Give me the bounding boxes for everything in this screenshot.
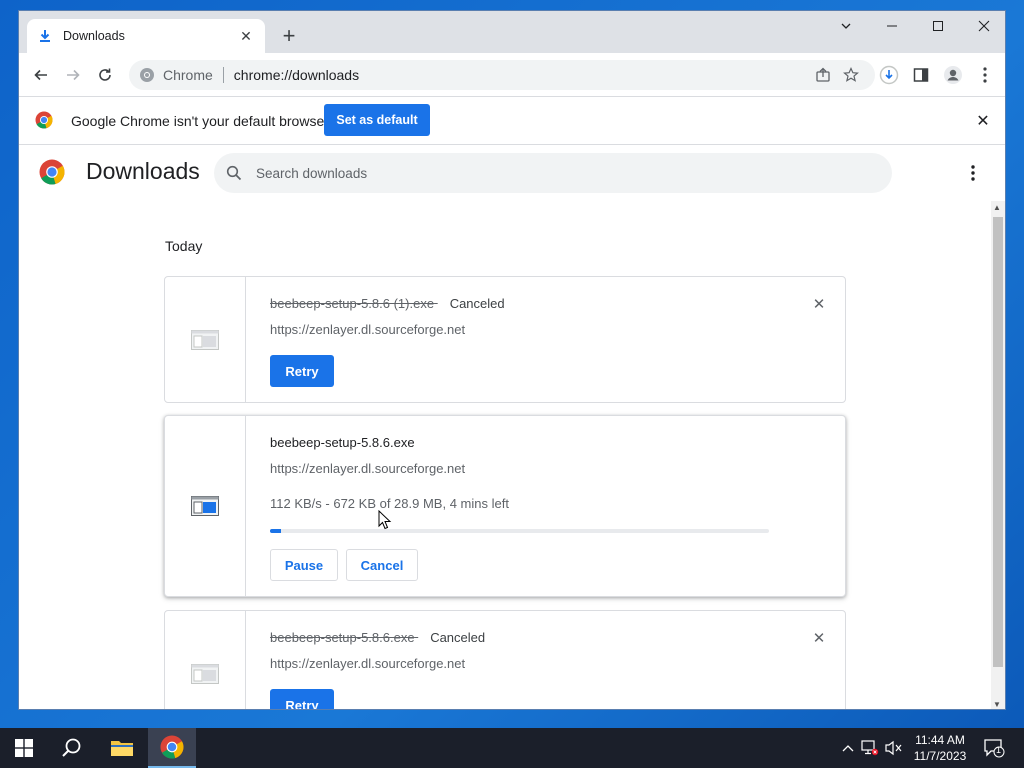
file-name[interactable]: beebeep-setup-5.8.6 (1).exe [270, 296, 434, 311]
download-item: beebeep-setup-5.8.6.exe Canceled https:/… [164, 610, 846, 709]
more-vert-icon [983, 67, 987, 83]
download-status: Canceled [430, 630, 486, 645]
download-progress-bar [270, 529, 769, 533]
forward-button[interactable] [59, 61, 87, 89]
infobar-message: Google Chrome isn't your default browser [71, 112, 329, 129]
profile-avatar[interactable] [939, 61, 967, 89]
chrome-logo-icon [35, 111, 53, 129]
person-icon [944, 66, 962, 84]
retry-button[interactable]: Retry [270, 355, 334, 387]
clock-time: 11:44 AM [915, 733, 965, 747]
downloads-list: Today beebeep-setup-5.8.6 (1).exe Cancel… [19, 201, 991, 709]
action-center-icon[interactable]: 1 [982, 738, 1006, 758]
download-item: beebeep-setup-5.8.6 (1).exe Canceled htt… [164, 276, 846, 403]
clock-date: 11/7/2023 [913, 749, 967, 763]
remove-item-icon[interactable]: ✕ [809, 295, 829, 315]
file-icon [191, 329, 219, 350]
file-name[interactable]: beebeep-setup-5.8.6.exe [270, 630, 415, 645]
file-icon [191, 663, 219, 684]
chrome-site-icon [140, 68, 154, 82]
downloads-header: Downloads [19, 145, 1005, 201]
minimize-button[interactable] [869, 11, 915, 41]
download-status: Canceled [449, 296, 505, 311]
tab-title: Downloads [63, 29, 125, 43]
remove-item-icon[interactable]: ✕ [809, 629, 829, 649]
download-source-url[interactable]: https://zenlayer.dl.sourceforge.net [270, 322, 465, 337]
notification-count: 1 [996, 745, 1002, 755]
address-bar[interactable]: Chrome chrome://downloads [129, 60, 875, 90]
browser-toolbar: Chrome chrome://downloads [19, 53, 1005, 97]
tab-search-icon[interactable] [823, 11, 869, 41]
chrome-logo-icon [160, 735, 184, 759]
back-arrow-icon [34, 69, 47, 81]
download-icon [40, 30, 50, 42]
chrome-logo-icon [39, 159, 65, 185]
search-button[interactable] [48, 728, 96, 768]
start-button[interactable] [0, 728, 48, 768]
folder-icon [111, 741, 133, 756]
download-source-url[interactable]: https://zenlayer.dl.sourceforge.net [270, 656, 465, 671]
page-scrollbar[interactable]: ▲ ▼ [991, 201, 1005, 709]
file-explorer-button[interactable] [98, 728, 146, 768]
tab-close-icon[interactable]: ✕ [237, 28, 255, 45]
share-icon[interactable] [809, 61, 837, 89]
pause-button[interactable]: Pause [270, 549, 338, 581]
scroll-up-arrow-icon[interactable]: ▲ [993, 203, 1001, 212]
scroll-down-arrow-icon[interactable]: ▼ [993, 700, 1001, 709]
search-input[interactable] [256, 165, 880, 181]
volume-muted-icon[interactable] [884, 738, 904, 758]
tab-strip: Downloads ✕ + [19, 11, 1005, 53]
back-button[interactable] [27, 61, 55, 89]
reload-button[interactable] [91, 61, 119, 89]
scrollbar-thumb[interactable] [993, 217, 1003, 667]
file-name[interactable]: beebeep-setup-5.8.6.exe [270, 435, 415, 450]
reload-icon [99, 68, 111, 81]
search-downloads-box[interactable] [214, 153, 892, 193]
maximize-button[interactable] [915, 11, 961, 41]
download-item-active: beebeep-setup-5.8.6.exe https://zenlayer… [164, 415, 846, 597]
omnibox-site-label: Chrome [163, 67, 213, 83]
chrome-menu-button[interactable] [971, 61, 999, 89]
set-as-default-button[interactable]: Set as default [324, 104, 430, 136]
bookmark-star-icon[interactable] [837, 61, 865, 89]
windows-taskbar: 11:44 AM 11/7/2023 1 [0, 728, 1024, 768]
new-tab-button[interactable]: + [275, 23, 303, 51]
system-clock[interactable]: 11:44 AM 11/7/2023 [908, 732, 972, 764]
cancel-button[interactable]: Cancel [346, 549, 418, 581]
download-source-url[interactable]: https://zenlayer.dl.sourceforge.net [270, 461, 465, 476]
infobar-close-icon[interactable]: ✕ [973, 111, 993, 131]
close-window-button[interactable] [961, 11, 1005, 41]
date-header: Today [165, 238, 203, 254]
download-progress-icon [879, 65, 899, 85]
downloads-toolbar-button[interactable] [875, 61, 903, 89]
progress-status-text: 112 KB/s - 672 KB of 28.9 MB, 4 mins lef… [270, 496, 509, 511]
more-vert-icon [971, 165, 975, 181]
downloads-menu-button[interactable] [963, 161, 983, 185]
installer-file-icon [191, 496, 219, 516]
show-hidden-icons-chevron-icon[interactable] [838, 738, 858, 758]
progress-fill [270, 529, 282, 533]
retry-button[interactable]: Retry [270, 689, 334, 709]
tab-downloads[interactable]: Downloads ✕ [27, 19, 265, 53]
chrome-taskbar-button[interactable] [148, 728, 196, 768]
windows-logo-icon [15, 739, 33, 757]
omnibox-separator [222, 67, 224, 83]
search-icon [226, 165, 242, 181]
search-icon [62, 738, 81, 757]
page-title: Downloads [86, 158, 200, 184]
default-browser-infobar: Google Chrome isn't your default browser… [19, 97, 1005, 145]
omnibox-url[interactable]: chrome://downloads [234, 67, 809, 83]
side-panel-icon[interactable] [907, 61, 935, 89]
chrome-window: Downloads ✕ + Chrome chrome://downloads … [18, 10, 1006, 710]
forward-arrow-icon [67, 69, 80, 81]
downloads-page: Downloads Today [19, 145, 1005, 709]
network-icon[interactable] [860, 738, 880, 758]
